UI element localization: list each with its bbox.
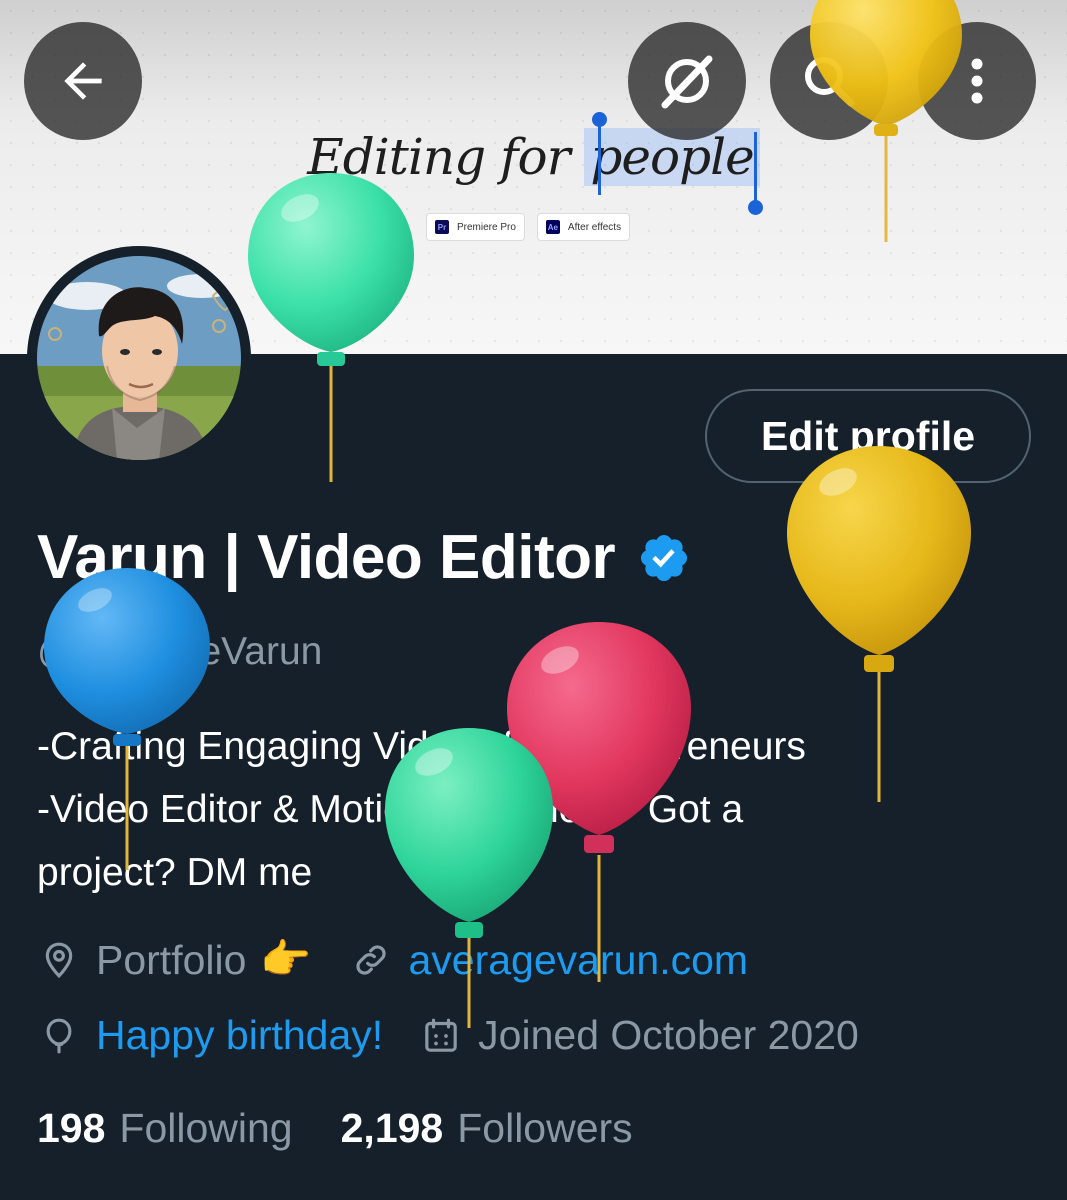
search-icon	[805, 57, 855, 107]
profile-name: Varun | Video Editor	[37, 523, 616, 592]
profile-bio: -Crafting Engaging Videos for Entreprene…	[37, 715, 1037, 904]
birthday-item: Happy birthday!	[37, 1012, 383, 1059]
pointing-right-emoji: 👉	[260, 936, 312, 982]
after-effects-logo-icon: Ae	[545, 220, 560, 234]
profile-name-row: Varun | Video Editor	[37, 522, 691, 593]
location-text: Portfolio	[96, 936, 247, 983]
profile-handle: @AverageVarun	[37, 630, 323, 673]
link-icon	[349, 938, 393, 982]
avatar-image	[37, 256, 241, 460]
profile-stats: 198 Following 2,198 Followers	[37, 1105, 633, 1152]
more-options-button[interactable]	[918, 22, 1036, 140]
bio-line: -Video Editor & Motion Designer ✦ Got a	[37, 788, 744, 831]
following-count: 198	[37, 1105, 106, 1151]
verified-badge-icon[interactable]	[637, 531, 691, 585]
followers-stat[interactable]: 2,198 Followers	[341, 1105, 633, 1152]
selection-handle-end[interactable]	[748, 132, 763, 215]
premiere-pro-chip: Pr Premiere Pro	[426, 213, 525, 241]
following-label: Following	[119, 1105, 293, 1151]
banner-title: Editing for people	[0, 128, 1067, 186]
chip-label: After effects	[567, 221, 622, 233]
profile-meta-row: Portfolio 👉 averagevarun.com	[37, 936, 748, 984]
followers-label: Followers	[457, 1105, 633, 1151]
bio-line: -Crafting Engaging Videos for Entreprene…	[37, 725, 806, 768]
following-stat[interactable]: 198 Following	[37, 1105, 293, 1152]
grok-icon	[661, 55, 713, 109]
more-vertical-icon	[971, 58, 983, 104]
back-button[interactable]	[24, 22, 142, 140]
premiere-pro-logo-icon: Pr	[435, 220, 449, 234]
grok-button[interactable]	[628, 22, 746, 140]
arrow-left-icon	[64, 62, 102, 100]
birthday-link[interactable]: Happy birthday!	[96, 1012, 383, 1059]
banner-title-prefix: Editing for	[307, 128, 585, 186]
calendar-icon	[419, 1014, 463, 1058]
profile-meta-row: Happy birthday! Joined October 2020	[37, 1012, 859, 1059]
after-effects-chip: Ae After effects	[536, 213, 631, 241]
balloon-icon	[37, 1014, 81, 1058]
edit-profile-button[interactable]: Edit profile	[705, 389, 1031, 483]
search-button[interactable]	[770, 22, 888, 140]
banner-tool-chips: Pr Premiere Pro Ae After effects	[426, 213, 631, 241]
location-item: Portfolio 👉	[37, 936, 311, 984]
followers-count: 2,198	[340, 1105, 444, 1151]
website-link[interactable]: averagevarun.com	[408, 937, 748, 984]
location-pin-icon	[37, 938, 81, 982]
chip-label: Premiere Pro	[457, 221, 516, 233]
avatar[interactable]	[27, 246, 251, 470]
website-item[interactable]: averagevarun.com	[349, 937, 748, 984]
bio-line: project? DM me	[37, 851, 313, 894]
joined-date: Joined October 2020	[478, 1012, 859, 1058]
joined-item: Joined October 2020	[419, 1012, 859, 1059]
selection-handle-start[interactable]	[592, 112, 607, 195]
